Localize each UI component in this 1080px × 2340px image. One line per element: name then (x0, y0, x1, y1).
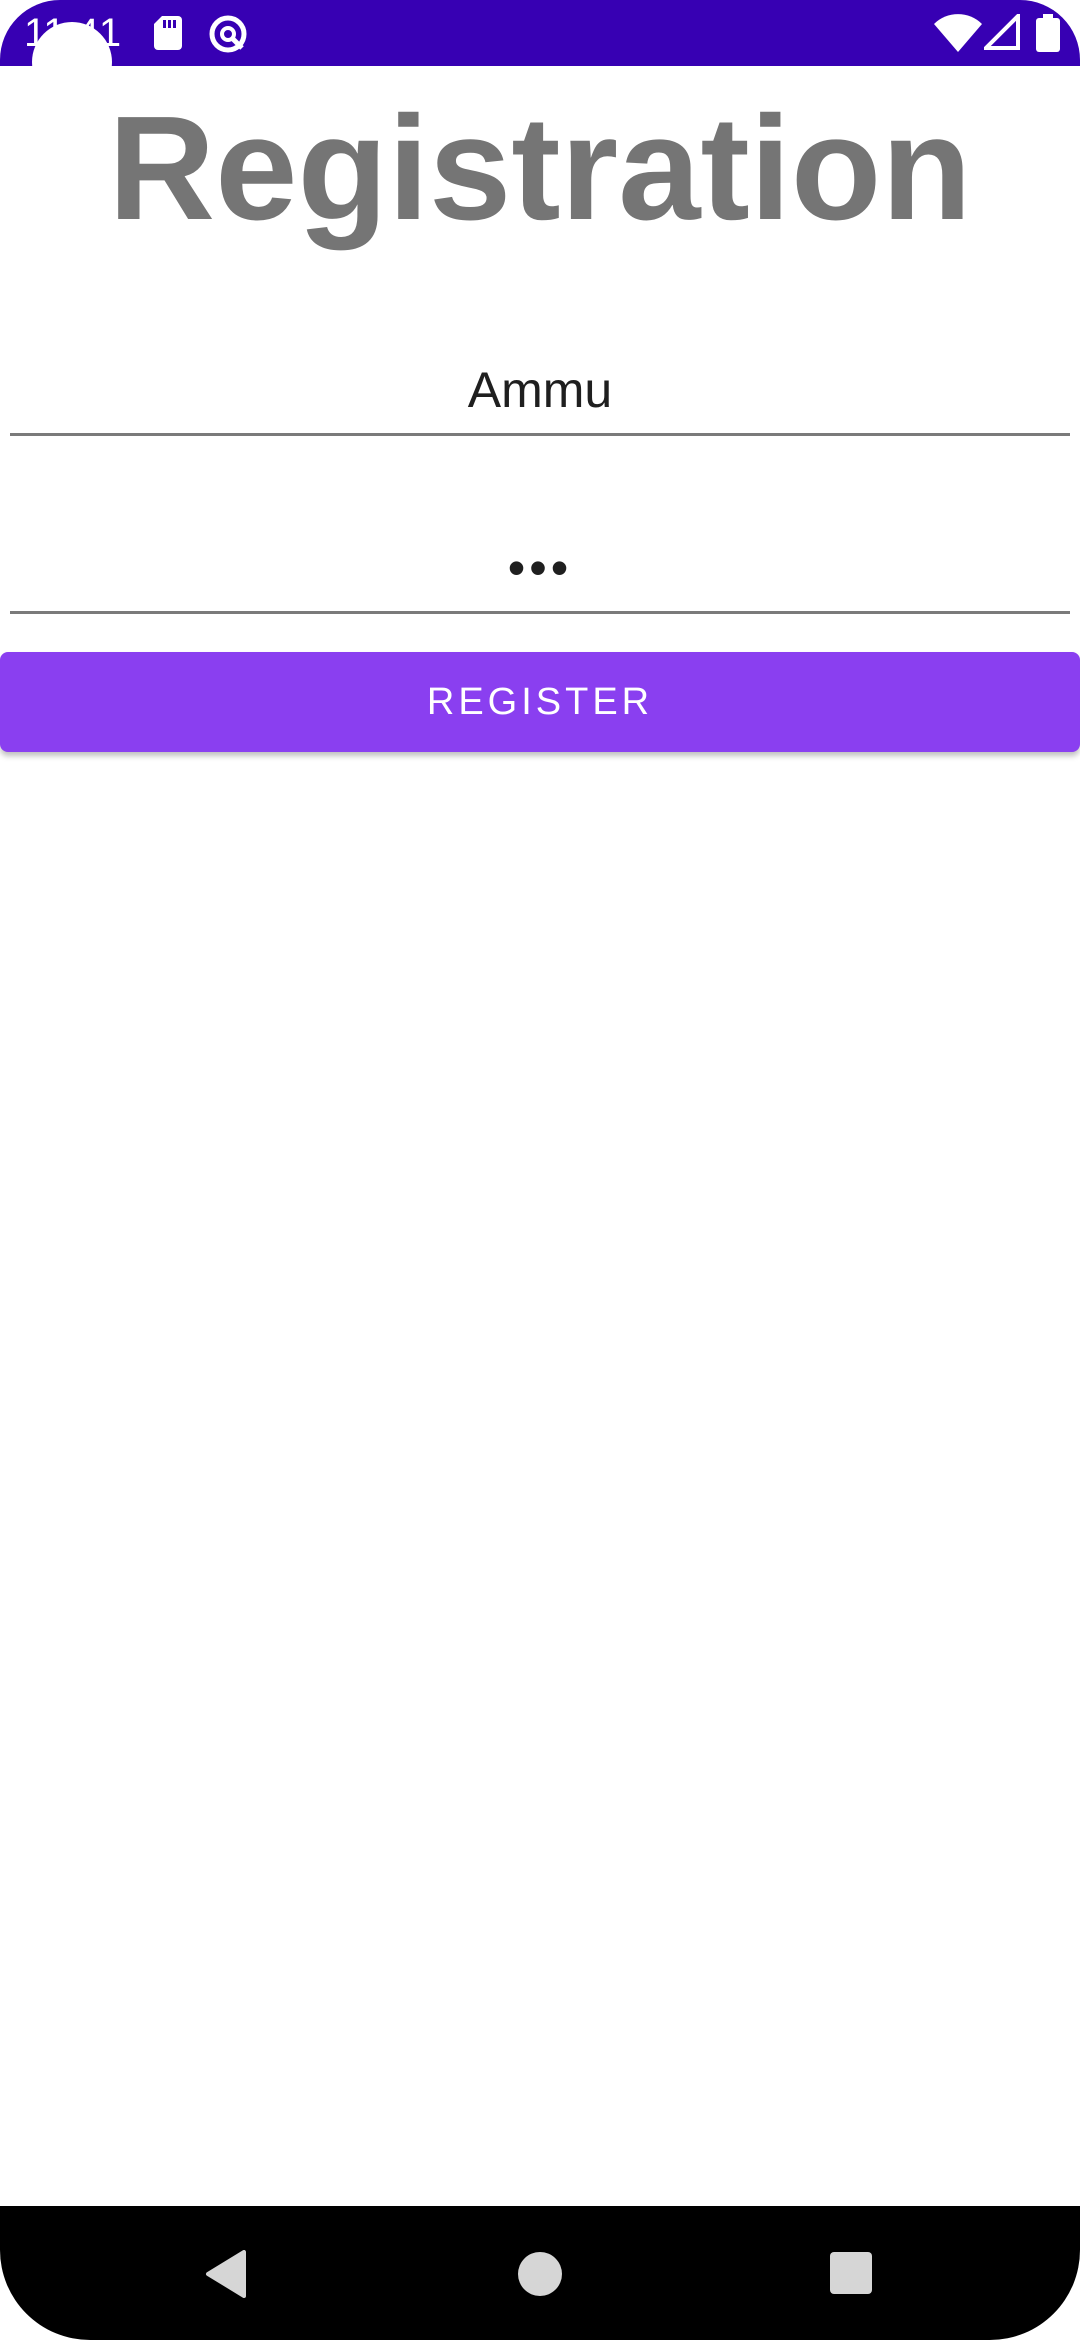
name-input[interactable] (10, 346, 1070, 436)
register-button[interactable]: REGISTER (0, 652, 1080, 752)
battery-icon (1036, 14, 1060, 52)
recents-icon[interactable] (830, 2252, 872, 2294)
vpn-icon (209, 15, 247, 53)
status-bar: 11:41 (0, 0, 1080, 102)
wifi-icon (934, 14, 982, 53)
sd-card-icon (154, 16, 182, 50)
page-title: Registration (108, 86, 972, 251)
password-input[interactable] (10, 524, 1070, 614)
signal-icon (984, 14, 1020, 50)
navigation-bar (0, 2206, 1080, 2340)
home-icon[interactable] (518, 2252, 562, 2296)
back-icon[interactable] (204, 2250, 248, 2298)
